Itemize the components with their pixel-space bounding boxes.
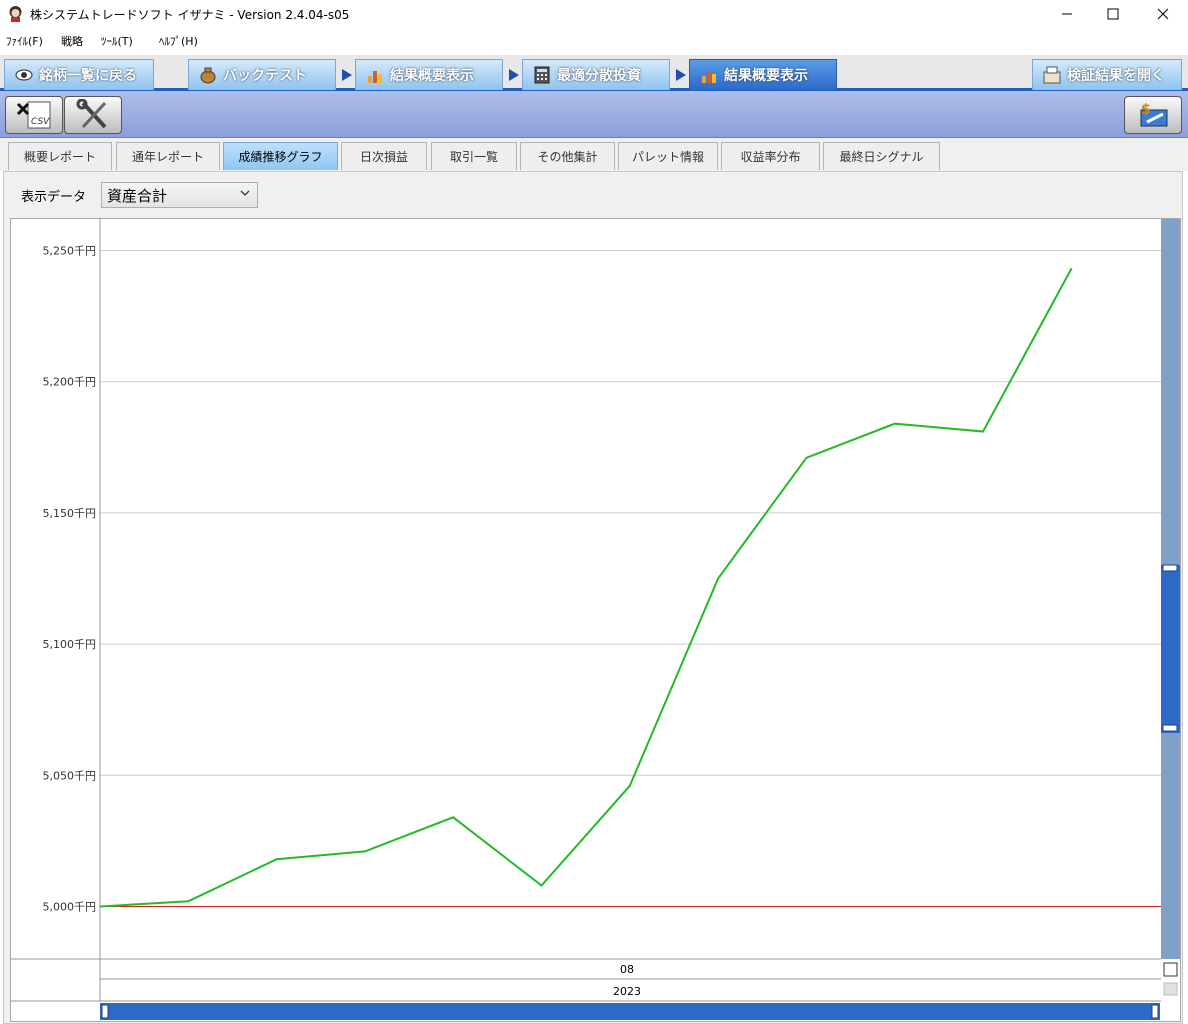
h-scroll-handle-right[interactable] <box>1151 1004 1159 1019</box>
svg-text:$: $ <box>1141 102 1151 118</box>
data-point <box>275 858 278 861</box>
chevron-down-icon <box>240 190 250 196</box>
money-icon: $ <box>1140 102 1168 127</box>
data-point <box>805 456 808 459</box>
tab-label: 検証結果を開く <box>1067 68 1165 84</box>
csv-file-icon: CSV <box>16 101 51 129</box>
calculator-icon <box>534 66 550 84</box>
display-data-value: 資産合計 <box>107 187 168 205</box>
data-point <box>1070 268 1073 270</box>
title-bar: 株システムトレードソフト イザナミ - Version 2.4.04-s05 <box>0 0 1188 28</box>
line-chart: 5,000千円 5,050千円 5,100千円 5,150千円 5,200千円 5,250… <box>11 219 1181 1020</box>
tab-return-distribution[interactable]: 収益率分布 <box>721 142 820 170</box>
tab-daily-pnl[interactable]: 日次損益 <box>341 142 427 170</box>
horizontal-scrollbar[interactable] <box>100 1003 1160 1020</box>
minimize-icon <box>1062 13 1072 15</box>
main-tab-strip: 銘柄一覧に戻る バックテスト 結果概要表示 最適分散投資 結果概要表示 検証結果… <box>0 55 1188 91</box>
open-icon <box>1043 66 1061 84</box>
arrow-right-icon <box>674 67 688 83</box>
h-scroll-handle-left[interactable] <box>101 1004 109 1019</box>
y-tick-label: 5,050千円 <box>43 769 97 782</box>
menu-help[interactable]: ﾍﾙﾌﾟ(H) <box>159 33 198 49</box>
open-results-button[interactable]: 検証結果を開く <box>1032 59 1182 90</box>
money-report-button[interactable]: $ <box>1124 96 1182 134</box>
y-tick-label: 5,100千円 <box>43 638 97 651</box>
menu-bar: ﾌｧｲﾙ(F) 戦略 ﾂｰﾙ(T) ﾍﾙﾌﾟ(H) <box>0 29 1188 51</box>
tab-label: 結果概要表示 <box>724 68 808 84</box>
data-point <box>452 816 455 819</box>
maximize-button[interactable] <box>1090 0 1136 28</box>
y-tick-label: 5,000千円 <box>43 901 97 914</box>
display-data-select[interactable]: 資産合計 <box>101 182 258 208</box>
sub-tab-strip: 概要レポート 通年レポート 成績推移グラフ 日次損益 取引一覧 その他集計 パレ… <box>0 138 1188 171</box>
display-data-label: 表示データ <box>21 190 87 205</box>
menu-file[interactable]: ﾌｧｲﾙ(F) <box>6 33 43 49</box>
v-scroll-handle-bottom[interactable] <box>1162 724 1178 732</box>
tab-last-day-signal[interactable]: 最終日シグナル <box>823 142 940 170</box>
corner-box <box>1163 982 1178 996</box>
maximize-icon <box>1107 8 1119 20</box>
data-point <box>893 422 896 425</box>
svg-text:CSV: CSV <box>31 117 50 127</box>
tab-overview-report[interactable]: 概要レポート <box>8 142 112 170</box>
v-scroll-handle-top[interactable] <box>1162 564 1178 572</box>
data-point <box>629 785 631 787</box>
arrow-right-icon <box>507 67 521 83</box>
tab-backtest[interactable]: バックテスト <box>188 59 336 90</box>
tab-other-stats[interactable]: その他集計 <box>520 142 615 170</box>
x-month-label: 08 <box>620 963 634 976</box>
close-button[interactable] <box>1140 0 1186 28</box>
eye-icon <box>15 69 33 81</box>
bag-icon <box>200 67 216 84</box>
y-tick-label: 5,150千円 <box>43 507 97 520</box>
tab-performance-graph[interactable]: 成績推移グラフ <box>223 142 338 170</box>
series-line <box>99 268 1073 908</box>
zoom-checkbox[interactable] <box>1163 962 1178 977</box>
chart-icon <box>368 71 382 83</box>
window-title: 株システムトレードソフト イザナミ - Version 2.4.04-s05 <box>30 8 350 22</box>
tab-label: 最適分散投資 <box>557 68 641 84</box>
data-point <box>540 884 543 887</box>
app-logo-icon <box>9 6 22 22</box>
data-point <box>717 577 719 580</box>
chart-icon <box>702 71 716 83</box>
tab-label: 結果概要表示 <box>390 68 474 84</box>
tab-label: バックテスト <box>223 68 307 84</box>
tab-result-summary-1[interactable]: 結果概要表示 <box>355 59 503 90</box>
data-point <box>982 430 984 433</box>
tab-label: 銘柄一覧に戻る <box>39 68 137 84</box>
tab-optimal-allocation[interactable]: 最適分散投資 <box>522 59 670 90</box>
asset-chart: 5,000千円 5,050千円 5,100千円 5,150千円 5,200千円 5,250… <box>10 218 1181 1022</box>
tab-result-summary-2[interactable]: 結果概要表示 <box>689 59 837 90</box>
tab-stock-list[interactable]: 銘柄一覧に戻る <box>4 59 154 90</box>
x-year-label: 2023 <box>613 985 641 998</box>
y-tick-label: 5,200千円 <box>43 376 97 389</box>
data-point <box>364 850 366 853</box>
menu-tools[interactable]: ﾂｰﾙ(T) <box>101 33 133 49</box>
arrow-right-icon <box>340 67 354 83</box>
minimize-button[interactable] <box>1044 0 1090 28</box>
y-tick-label: 5,250千円 <box>43 244 97 257</box>
vertical-scrollbar-thumb[interactable] <box>1161 565 1181 733</box>
settings-tools-button[interactable] <box>64 96 122 134</box>
tab-annual-report[interactable]: 通年レポート <box>116 142 220 170</box>
close-icon <box>1157 8 1169 20</box>
menu-strategy[interactable]: 戦略 <box>61 33 83 49</box>
toolbar: CSV $ <box>0 91 1188 138</box>
data-point <box>187 900 190 903</box>
wrench-screwdriver-icon <box>76 99 107 129</box>
tab-palette-info[interactable]: パレット情報 <box>618 142 718 170</box>
tab-trade-list[interactable]: 取引一覧 <box>431 142 517 170</box>
csv-export-button[interactable]: CSV <box>5 96 63 134</box>
